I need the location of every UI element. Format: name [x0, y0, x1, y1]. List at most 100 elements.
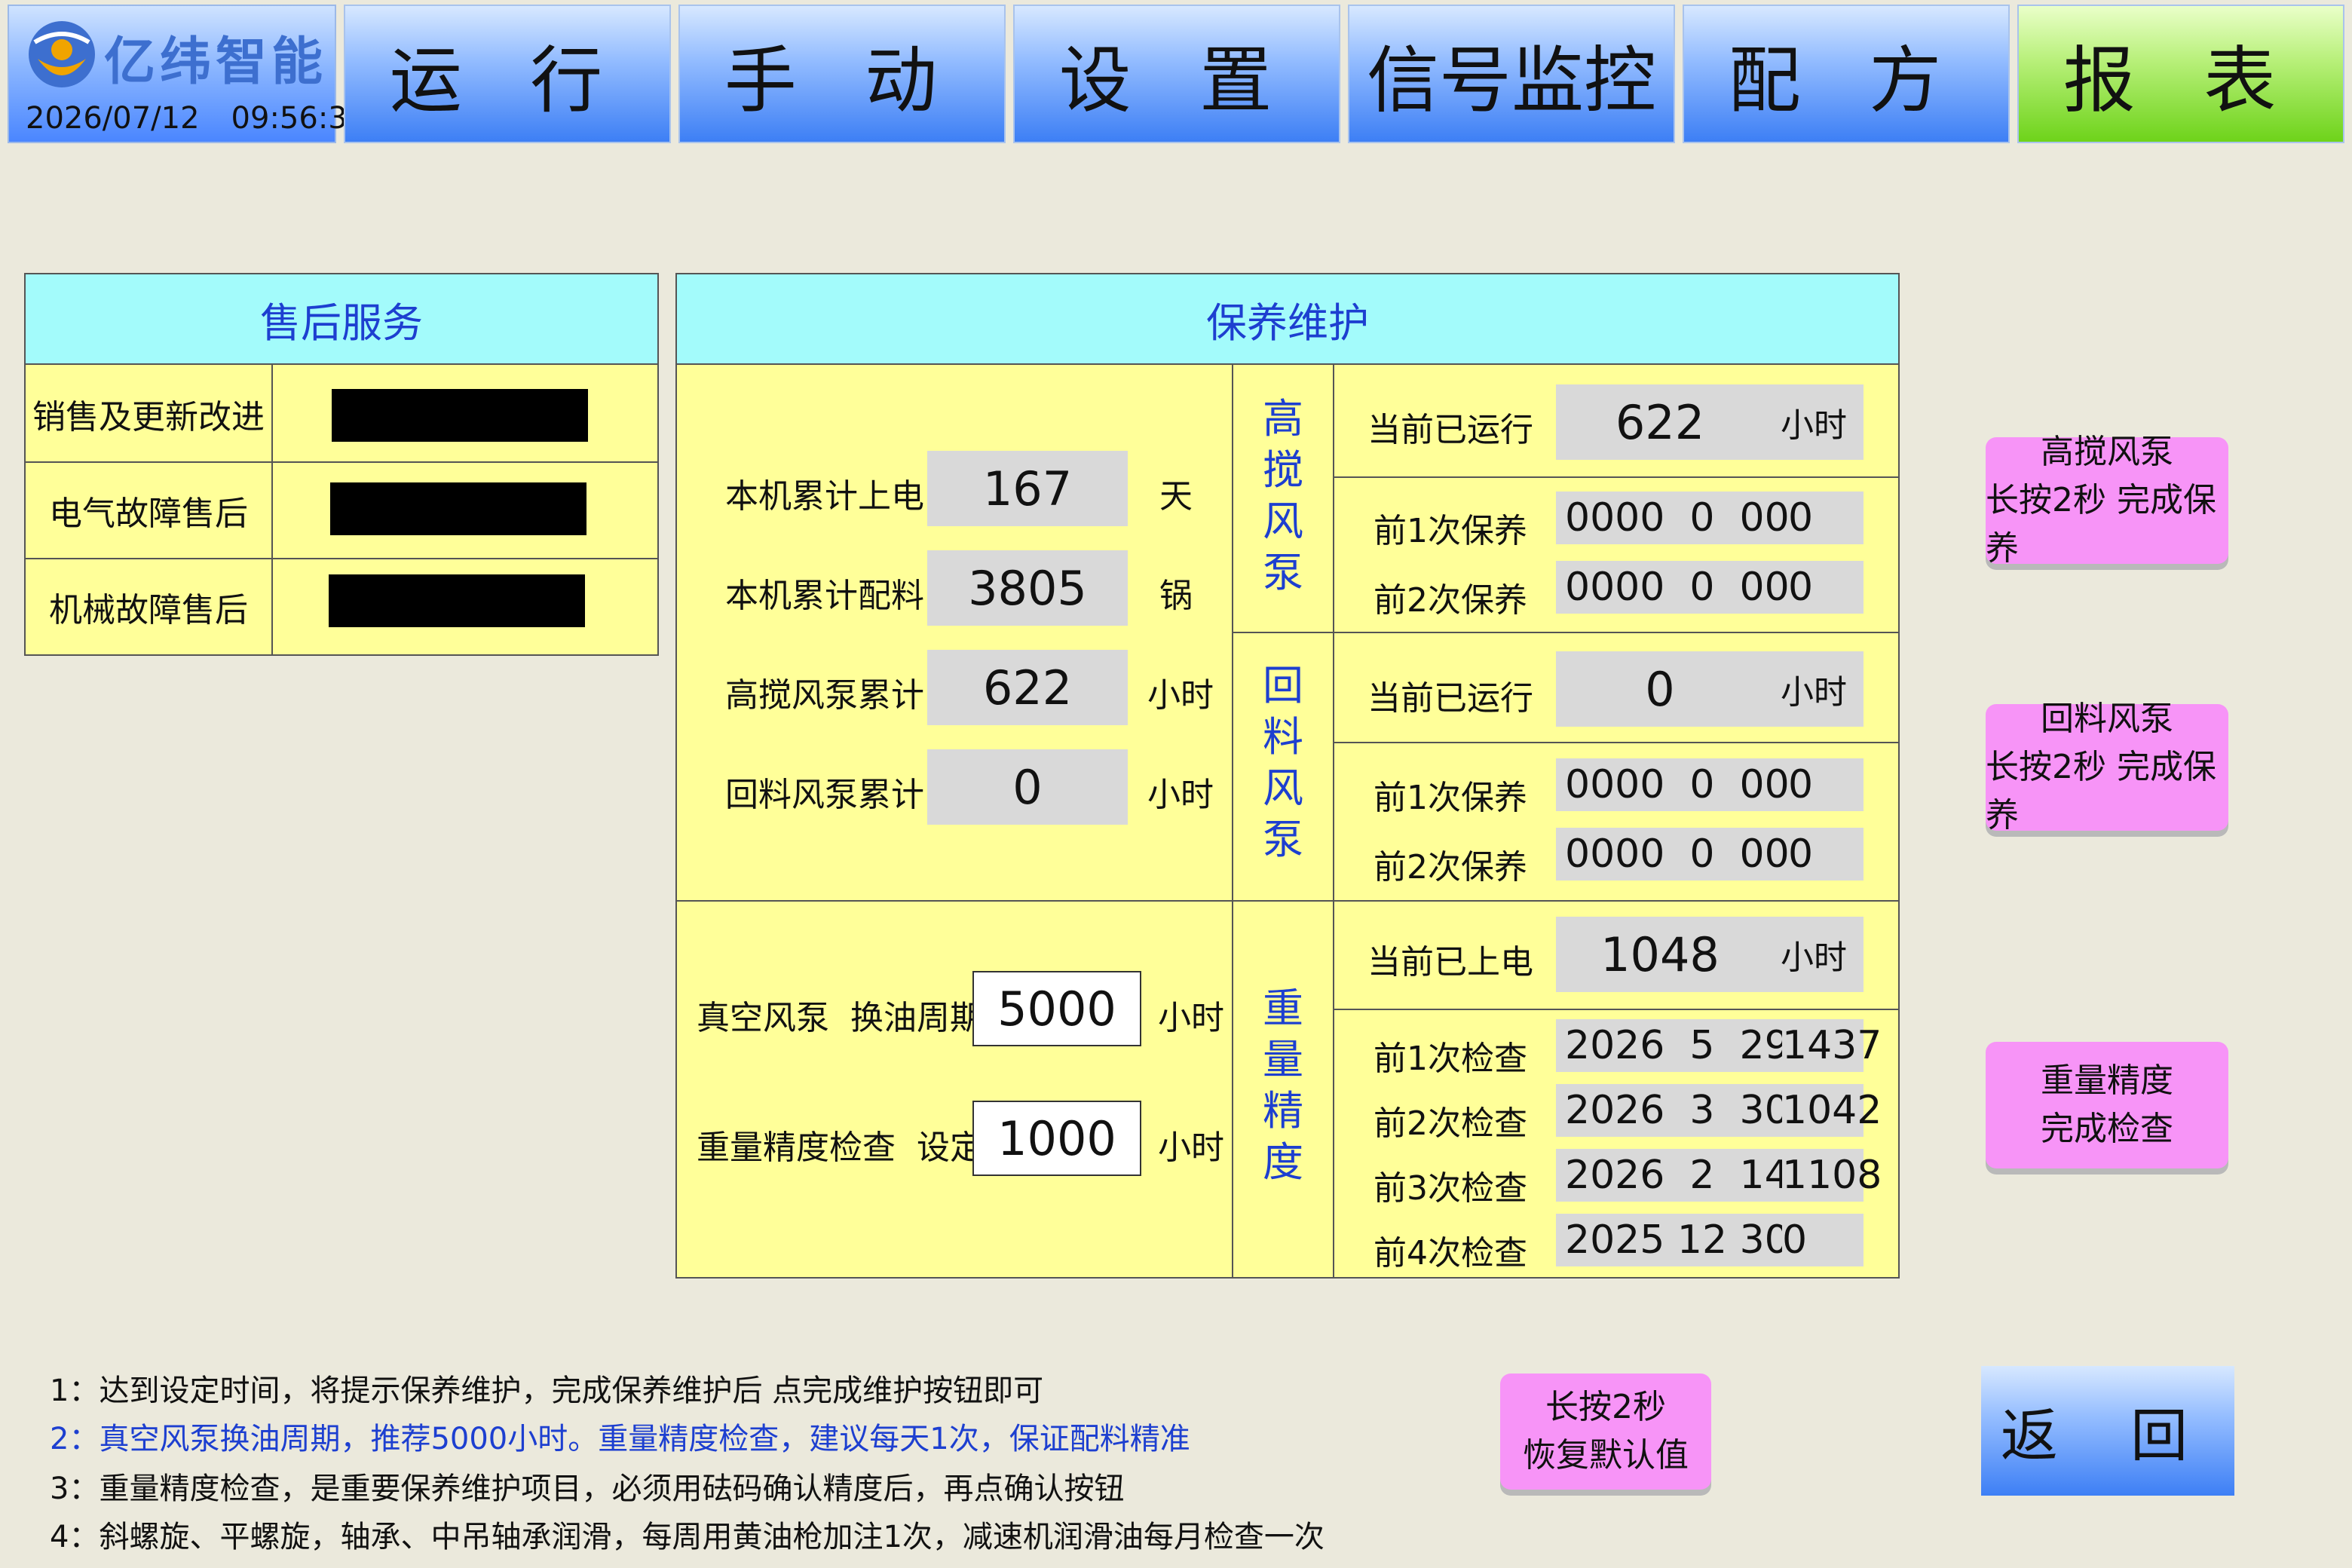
weight-run-value: 1048 — [1556, 917, 1764, 992]
weight-hist4-date: 2025 12 30 — [1556, 1214, 1790, 1266]
weight-hist2-date: 2026 3 30 — [1556, 1084, 1790, 1137]
button-line: 长按2秒 完成保养 — [1986, 481, 2216, 568]
pump1-hist1-value: 0 — [1788, 492, 1864, 544]
stat-unit-power-on: 天 — [1159, 477, 1193, 516]
after-sales-title: 售后服务 — [26, 274, 657, 365]
pump2-char: 风 — [1263, 764, 1303, 812]
weight-char: 重 — [1263, 985, 1303, 1032]
pump1-run-label: 当前已运行 — [1367, 411, 1533, 449]
pump1-hist2-label: 前2次保养 — [1374, 581, 1527, 620]
pump2-hist1-value: 0 — [1788, 758, 1864, 811]
pump1-section-label: 高 搅 风 泵 — [1233, 394, 1333, 599]
weight-hist3-date: 2026 2 14 — [1556, 1149, 1790, 1202]
weight-hist1-label: 前1次检查 — [1374, 1040, 1527, 1078]
after-sales-label-sales: 销售及更新改进 — [32, 398, 265, 436]
divider — [271, 365, 273, 654]
note-line-1: 1：达到设定时间，将提示保养维护，完成保养维护后 点完成维护按钮即可 — [50, 1374, 1044, 1408]
date-text: 2026/07/12 — [26, 101, 200, 136]
pump1-hist2-value: 0 — [1788, 561, 1864, 614]
tab-report[interactable]: 报 表 — [2017, 5, 2344, 143]
stat-label-power-on: 本机累计上电 — [725, 477, 924, 516]
maintenance-panel: 保养维护 本机累计上电 167 天 本机累计配料 3805 锅 高搅风泵累计 6… — [675, 273, 1900, 1279]
tab-run[interactable]: 运 行 — [344, 5, 671, 143]
stat-unit-pump1-total: 小时 — [1147, 676, 1214, 715]
weight-hist2-label: 前2次检查 — [1374, 1104, 1527, 1143]
pump1-run-value: 622 — [1556, 384, 1764, 460]
pump2-hist2-date: 0000 0 00 — [1556, 828, 1790, 880]
stat-label-pump2-total: 回料风泵累计 — [725, 776, 924, 814]
button-line: 恢复默认值 — [1523, 1436, 1689, 1475]
restore-default-button[interactable]: 长按2秒 恢复默认值 — [1500, 1374, 1711, 1490]
button-line: 回料风泵 — [2041, 700, 2173, 738]
oil-cycle-input[interactable]: 5000 — [972, 971, 1141, 1046]
divider — [1232, 632, 1898, 633]
pump1-char: 风 — [1263, 498, 1303, 545]
pump2-complete-maintenance-button[interactable]: 回料风泵 长按2秒 完成保养 — [1986, 700, 2228, 835]
button-line: 重量精度 — [2041, 1061, 2173, 1100]
divider — [677, 900, 1898, 902]
setting-label-oil-cycle: 真空风泵 换油周期 — [697, 999, 983, 1037]
weight-check-input[interactable]: 1000 — [972, 1101, 1141, 1176]
logo-panel: 亿纬智能 2026/07/12 09:56:36 — [8, 5, 366, 143]
tab-manual[interactable]: 手 动 — [678, 5, 1006, 143]
after-sales-panel: 售后服务 销售及更新改进 电气故障售后 机械故障售后 — [24, 273, 659, 656]
divider — [1334, 1009, 1898, 1010]
pump1-char: 高 — [1263, 395, 1303, 443]
pump2-hist2-value: 0 — [1788, 828, 1864, 880]
pump2-run-label: 当前已运行 — [1367, 679, 1533, 718]
after-sales-label-mechanical: 机械故障售后 — [49, 591, 248, 629]
button-line: 长按2秒 完成保养 — [1986, 748, 2216, 835]
pump2-char: 泵 — [1263, 816, 1303, 863]
pump1-hist2-date: 0000 0 00 — [1556, 561, 1790, 614]
weight-char: 度 — [1263, 1138, 1303, 1186]
datetime-display: 2026/07/12 09:56:36 — [26, 101, 398, 136]
back-button[interactable]: 返 回 — [1981, 1366, 2234, 1496]
weight-hist1-date: 2026 5 29 — [1556, 1019, 1790, 1072]
setting-label-weight-check: 重量精度检查 设定 — [697, 1129, 983, 1167]
weight-char: 精 — [1263, 1087, 1303, 1135]
note-line-2: 2：真空风泵换油周期，推荐5000小时。重量精度检查，建议每天1次，保证配料精准 — [50, 1422, 1190, 1456]
stat-value-pump2-total: 0 — [927, 749, 1128, 825]
button-line: 长按2秒 — [1545, 1388, 1666, 1426]
weight-section-label: 重 量 精 度 — [1233, 983, 1333, 1188]
weight-complete-check-button[interactable]: 重量精度 完成检查 — [1986, 1042, 2228, 1168]
stat-unit-pump2-total: 小时 — [1147, 776, 1214, 814]
weight-run-unit: 小时 — [1764, 917, 1864, 992]
tab-settings[interactable]: 设 置 — [1013, 5, 1340, 143]
maintenance-title: 保养维护 — [677, 274, 1898, 365]
setting-unit-weight-check: 小时 — [1158, 1129, 1224, 1167]
weight-char: 量 — [1263, 1036, 1303, 1083]
pump1-hist1-date: 0000 0 00 — [1556, 492, 1790, 544]
tab-recipe[interactable]: 配 方 — [1683, 5, 2010, 143]
after-sales-label-electrical: 电气故障售后 — [49, 495, 248, 533]
pump2-hist1-label: 前1次保养 — [1374, 779, 1527, 817]
weight-hist4-label: 前4次检查 — [1374, 1234, 1527, 1272]
pump1-complete-maintenance-button[interactable]: 高搅风泵 长按2秒 完成保养 — [1986, 433, 2228, 568]
divider — [1334, 742, 1898, 743]
button-line: 高搅风泵 — [2041, 433, 2173, 471]
pump2-char: 料 — [1263, 713, 1303, 761]
weight-hist3-label: 前3次检查 — [1374, 1169, 1527, 1208]
weight-hist1-value: 1437 — [1782, 1019, 1882, 1072]
stat-value-pump1-total: 622 — [927, 650, 1128, 725]
stat-label-pump1-total: 高搅风泵累计 — [725, 676, 924, 715]
stat-unit-batches: 锅 — [1159, 577, 1193, 615]
pump1-char: 泵 — [1263, 549, 1303, 596]
company-name: 亿纬智能 — [104, 32, 328, 92]
setting-unit-oil-cycle: 小时 — [1158, 999, 1224, 1037]
pump2-hist1-date: 0000 0 00 — [1556, 758, 1790, 811]
pump2-run-unit: 小时 — [1764, 651, 1864, 727]
weight-hist3-value: 1108 — [1782, 1149, 1882, 1202]
weight-hist4-value: 0 — [1782, 1214, 1864, 1266]
company-logo-icon — [29, 21, 95, 87]
note-line-4: 4：斜螺旋、平螺旋，轴承、中吊轴承润滑，每周用黄油枪加注1次，减速机润滑油每月检… — [50, 1520, 1325, 1554]
weight-hist2-value: 1042 — [1782, 1084, 1882, 1137]
pump1-char: 搅 — [1263, 446, 1303, 494]
divider — [1333, 365, 1334, 1277]
tab-signal-monitor[interactable]: 信号监控 — [1348, 5, 1675, 143]
redacted-contact — [330, 482, 586, 535]
redacted-contact — [332, 389, 588, 442]
redacted-contact — [329, 574, 585, 627]
stat-label-batches: 本机累计配料 — [725, 577, 924, 615]
stat-value-power-on: 167 — [927, 451, 1128, 526]
